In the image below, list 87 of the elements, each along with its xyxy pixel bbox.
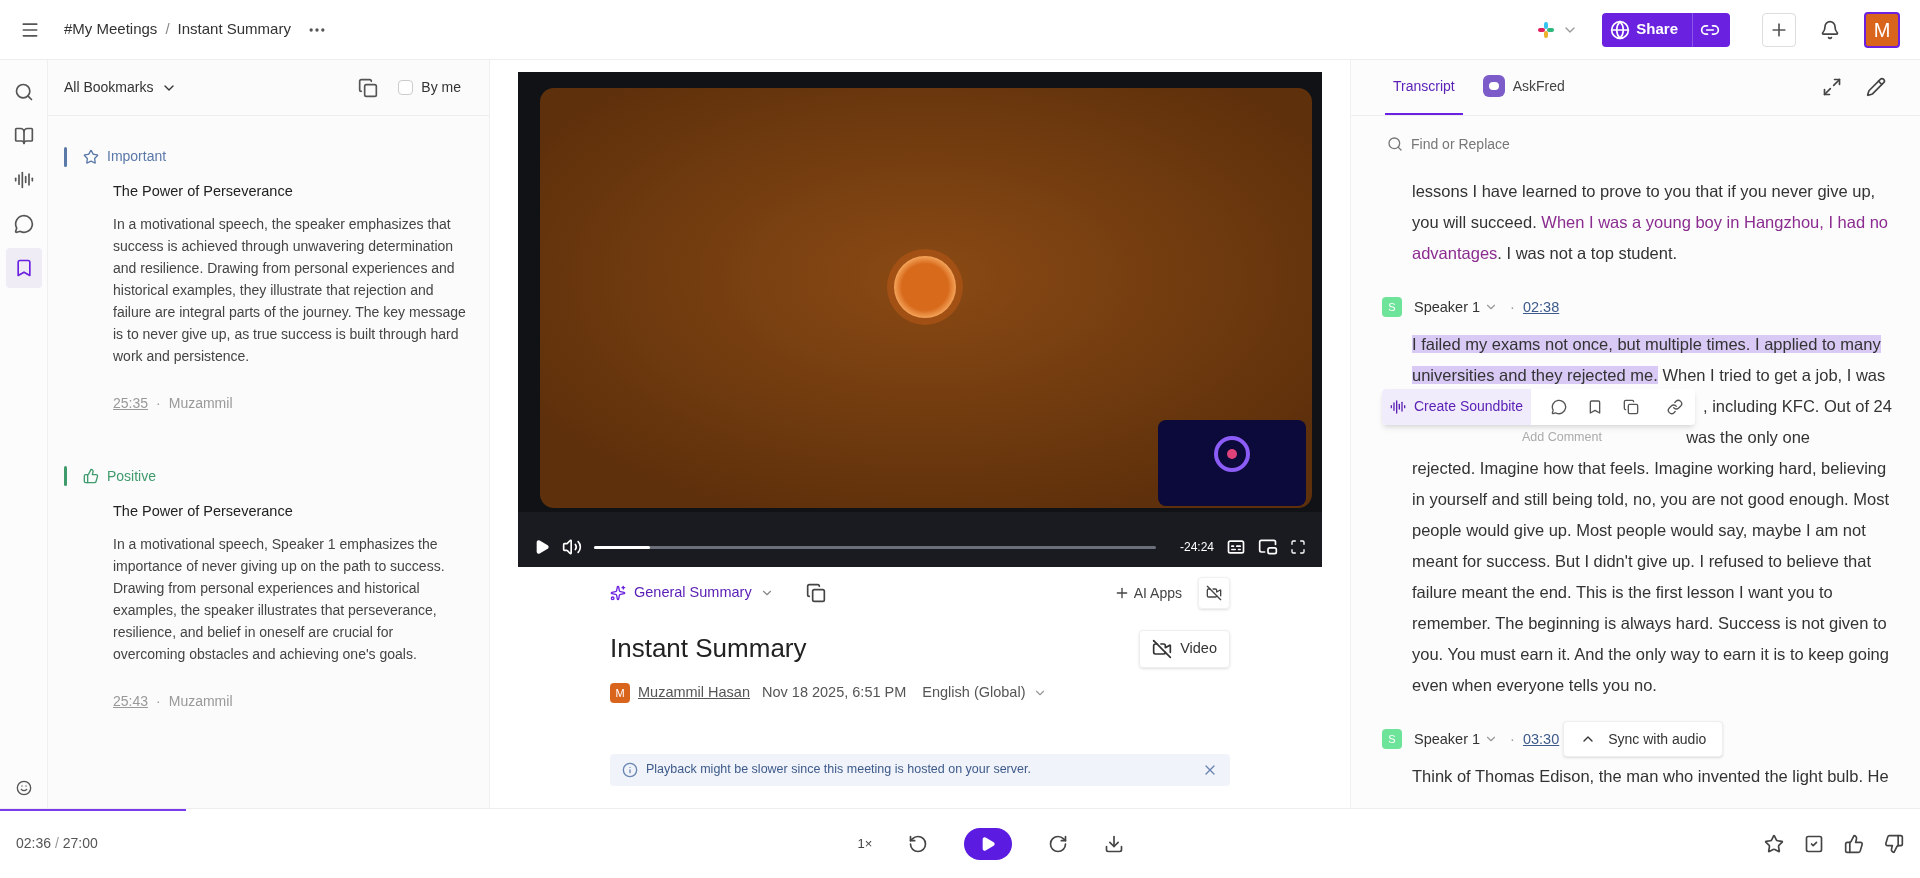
thumbs-up-icon[interactable]	[1844, 833, 1864, 854]
language-dropdown[interactable]: English (Global)	[922, 682, 1048, 704]
bookmark-filter-dropdown[interactable]: All Bookmarks	[64, 77, 178, 98]
audio-icon	[1390, 398, 1406, 415]
bookmark-title: The Power of Perseverance	[113, 182, 294, 201]
video-off-icon	[1206, 585, 1222, 601]
time-remaining: -24:24	[1179, 539, 1214, 556]
forward-icon[interactable]	[1048, 833, 1069, 854]
expand-icon[interactable]	[1822, 77, 1842, 97]
play-icon[interactable]	[534, 539, 550, 555]
speaker-dropdown[interactable]: Speaker 1	[1414, 291, 1499, 323]
transcript-paragraph: Think of Thomas Edison, the man who invented the light bulb. He	[1412, 766, 1890, 787]
breadcrumb-link[interactable]: #My Meetings	[64, 18, 158, 41]
bookmark-author: Muzammil	[168, 393, 233, 413]
link-icon[interactable]	[1666, 398, 1683, 415]
thumbs-up-icon	[83, 468, 99, 485]
bookmark-tag: Positive	[107, 465, 157, 487]
video-off-button[interactable]	[1198, 577, 1230, 609]
bookmark-summary: In a motivational speech, the speaker emphasizes that success is achieved through unwavering determination and resilience. Drawing from personal experiences and historical examples, they illustrate that rejection and failure are integral parts of the journey. The key message is to never give up, as true success is built through hard work and persistence.	[113, 214, 467, 366]
speaker-avatar: S	[1382, 729, 1402, 749]
bookmark-author: Muzammil	[168, 691, 233, 711]
playback-time: 02:36 / 27:00	[16, 834, 98, 853]
summary-type-dropdown[interactable]: General Summary	[610, 582, 774, 604]
author-link[interactable]: Muzammil Hasan	[638, 682, 750, 704]
sync-audio-button[interactable]: Sync with audio	[1563, 721, 1724, 757]
video-button[interactable]: Video	[1139, 629, 1230, 668]
transcript-text: , including KFC. Out of 24	[1702, 396, 1892, 417]
video-off-icon	[1152, 638, 1173, 659]
info-icon	[622, 761, 638, 778]
panel-tab[interactable]: AskFred	[1474, 59, 1573, 115]
rewind-icon[interactable]	[908, 833, 929, 854]
download-icon[interactable]	[1104, 833, 1125, 854]
video-progress-track[interactable]	[594, 545, 1156, 549]
notification-bell-icon[interactable]	[1820, 19, 1840, 40]
create-soundbite-button[interactable]: Create Soundbite	[1382, 388, 1531, 425]
checkbox-label: By me	[421, 78, 461, 97]
share-button[interactable]: Share	[1602, 12, 1730, 47]
meeting-date: Nov 18 2025, 6:51 PM	[762, 683, 907, 702]
speed-button[interactable]: 1×	[857, 833, 873, 854]
captions-icon[interactable]	[1226, 537, 1246, 557]
bookmark-title: The Power of Perseverance	[113, 501, 294, 521]
breadcrumb-separator: /	[165, 19, 170, 40]
bookmark-tag: Important	[107, 146, 167, 167]
find-field[interactable]: Find or Replace	[1375, 124, 1896, 164]
smile-icon[interactable]	[15, 780, 32, 796]
star-icon	[83, 148, 99, 165]
copy-icon[interactable]	[358, 77, 379, 98]
edit-icon[interactable]	[1866, 77, 1886, 97]
separator-dot: ·	[1510, 729, 1515, 749]
timestamp-link[interactable]: 03:30	[1522, 723, 1560, 755]
search-icon	[1387, 136, 1403, 152]
transcript-paragraph: rejected. Imagine how that feels. Imagine working hard, believing in yourself and still being told, no, you are not good enough. Most people would give up. Most people would say, maybe I am not meant for success. But I didn't give up. I refused to believe that failure meant the end. This is the first lesson I want you to remember. The beginning is always hard. Success is not given to you. You must earn it. And the only way to earn it is to keep going even when everyone tells you no.	[1412, 458, 1890, 696]
speaker-dropdown[interactable]: Speaker 1	[1414, 723, 1499, 755]
globe-icon	[1610, 19, 1631, 40]
timestamp-link[interactable]: 02:38	[1522, 291, 1560, 323]
transcript-paragraph: lessons I have learned to prove to you that if you never give up, you will succeed. When I was a young boy in Hangzhou, I had no advantages. I was not a top student.	[1412, 181, 1890, 264]
comment-icon[interactable]	[1550, 398, 1567, 415]
author-avatar: M	[610, 682, 630, 703]
play-icon	[980, 835, 997, 852]
separator-dot: ·	[156, 393, 161, 413]
checkbox[interactable]	[398, 80, 414, 95]
copy-icon[interactable]	[805, 583, 826, 603]
separator-dot: ·	[156, 691, 161, 711]
fullscreen-icon[interactable]	[1290, 539, 1306, 555]
breadcrumb-link[interactable]: Instant Summary	[177, 18, 291, 41]
copy-icon[interactable]	[1622, 398, 1639, 415]
transcript-text: was the only one	[1686, 427, 1810, 448]
transcript-paragraph: I failed my exams not once, but multiple times. I applied to many universities and they rejected me. When I tried to get a job, I was	[1412, 334, 1887, 386]
sparkles-icon	[610, 585, 626, 601]
play-button[interactable]	[964, 827, 1013, 860]
summary-title: Instant Summary	[610, 632, 807, 665]
panel-tab[interactable]: Transcript	[1385, 59, 1463, 115]
star-icon[interactable]	[1764, 833, 1784, 854]
bookmark-icon[interactable]	[5, 248, 42, 288]
task-icon[interactable]	[1804, 833, 1824, 854]
add-comment-label: Add Comment	[1522, 429, 1602, 446]
notice-text: Playback might be slower since this meeting is hosted on your server.	[646, 761, 1032, 779]
add-button[interactable]	[1762, 12, 1796, 47]
thumbs-down-icon[interactable]	[1884, 833, 1904, 854]
speaker-avatar: S	[1382, 297, 1402, 317]
volume-icon[interactable]	[562, 537, 582, 557]
bookmark-summary: In a motivational speech, Speaker 1 emphasizes the importance of never giving up on the path to success. Drawing from personal experiences and historical examples, the speaker illustrates that perseverance, resilience, and belief in oneself are crucial for overcoming obstacles and achieving one's goals.	[113, 534, 446, 664]
ai-apps-button[interactable]: AI Apps	[1113, 582, 1182, 604]
integration-logo-icon[interactable]	[1538, 21, 1555, 38]
user-avatar[interactable]: M	[1864, 11, 1900, 48]
separator-dot: ·	[1510, 297, 1515, 317]
picture-in-picture-icon[interactable]	[1258, 537, 1278, 557]
